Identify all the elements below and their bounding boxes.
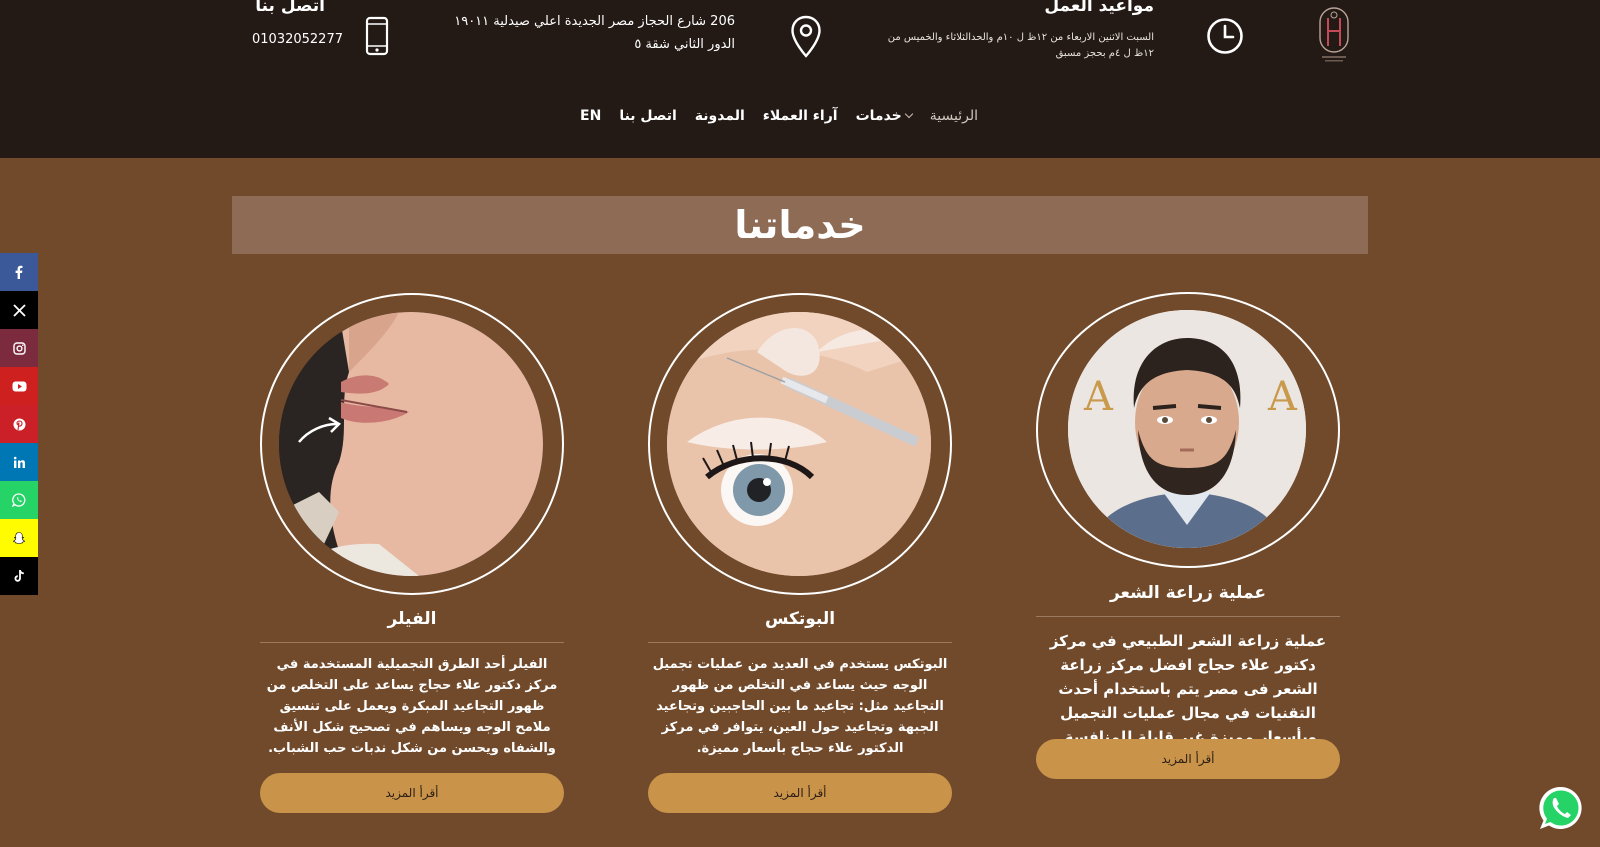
contact-phone-number[interactable]: 01032052277 (252, 32, 372, 47)
nav-item-testimonials[interactable]: آراء العملاء (763, 108, 838, 124)
nav-contact-label: اتصل بنا (619, 108, 677, 124)
address-line-2: الدور الثاني شقة ٥ (634, 37, 735, 52)
working-hours-text: السبت الاثنين الاربعاء من ١٢ظ ل ١٠م والح… (834, 30, 1154, 62)
location-pin-icon (791, 15, 821, 58)
lip-filler-image (279, 312, 543, 576)
filler-photo (279, 312, 543, 576)
nav-services-label: خدمات (855, 108, 902, 124)
botox-injection-image (667, 312, 931, 576)
nav-item-contact[interactable]: اتصل بنا (619, 108, 676, 124)
pinterest-share-button[interactable] (0, 405, 38, 443)
chevron-down-icon (904, 109, 914, 119)
service-divider (1036, 616, 1340, 617)
service-card-hair-transplant: A A عملية زراعة الشعر عملية زراعة الشعر … (1036, 290, 1340, 790)
nav-language-label: EN (580, 108, 602, 124)
service-description: الفيلر أحد الطرق التجميلية المستخدمة في … (266, 657, 558, 756)
service-divider (648, 642, 952, 643)
nav-item-language-en[interactable]: EN (580, 108, 601, 124)
nav-item-home[interactable]: الرئيسية (930, 108, 978, 124)
social-share-bar (0, 253, 38, 595)
linkedin-icon (13, 456, 25, 468)
x-share-button[interactable] (0, 291, 38, 329)
service-card-botox: البوتكس البوتكس يستخدم في العديد من عملي… (648, 290, 952, 820)
svg-text:A: A (1083, 374, 1114, 420)
service-title: عملية زراعة الشعر (1109, 583, 1267, 603)
working-hours-line-2: ١٢ظ ل ٤م بحجز مسبق (1055, 48, 1154, 59)
youtube-icon (12, 381, 26, 391)
service-description: البوتكس يستخدم في العديد من عمليات تجميل… (652, 657, 948, 756)
main-nav: الرئيسية خدمات آراء العملاء المدونة اتصل… (580, 104, 978, 128)
facebook-icon (15, 265, 23, 279)
nav-testimonials-label: آراء العملاء (762, 108, 838, 124)
pinterest-icon (13, 418, 25, 430)
service-title: الفيلر (387, 609, 437, 629)
working-hours-title: مواعيد العمل (1044, 0, 1154, 16)
nav-home-label: الرئيسية (929, 108, 978, 124)
botox-photo (667, 312, 931, 576)
whatsapp-float-icon[interactable] (1537, 784, 1585, 832)
services-section-header: خدماتنا (232, 196, 1368, 254)
snapchat-icon (12, 532, 26, 544)
address-text: 206 شارع الحجاز مصر الجديدة اعلي صيدلية … (435, 10, 735, 56)
linkedin-share-button[interactable] (0, 443, 38, 481)
tiktok-icon (14, 570, 24, 582)
clinic-logo-icon[interactable] (1316, 4, 1352, 66)
snapchat-share-button[interactable] (0, 519, 38, 557)
doctor-portrait-image: A A (1068, 310, 1306, 548)
instagram-icon (12, 341, 26, 355)
read-more-button[interactable]: أقرأ المزيد (1036, 739, 1340, 779)
whatsapp-share-button[interactable] (0, 481, 38, 519)
svg-text:A: A (1267, 374, 1298, 420)
section-title: خدماتنا (734, 203, 866, 247)
service-divider (260, 642, 564, 643)
tiktok-share-button[interactable] (0, 557, 38, 595)
service-card-filler: الفيلر الفيلر أحد الطرق التجميلية المستخ… (260, 290, 564, 820)
read-more-button[interactable]: أقرأ المزيد (260, 773, 564, 813)
address-line-1: 206 شارع الحجاز مصر الجديدة اعلي صيدلية … (454, 14, 735, 29)
site-header: مواعيد العمل السبت الاثنين الاربعاء من ١… (0, 0, 1600, 158)
clock-icon (1207, 18, 1243, 54)
nav-item-services[interactable]: خدمات (855, 108, 914, 124)
youtube-share-button[interactable] (0, 367, 38, 405)
x-twitter-icon (12, 303, 26, 317)
working-hours-line-1: السبت الاثنين الاربعاء من ١٢ظ ل ١٠م والح… (887, 32, 1154, 43)
hair-transplant-photo: A A (1068, 310, 1306, 548)
service-title: البوتكس (764, 609, 836, 629)
nav-item-blog[interactable]: المدونة (695, 108, 745, 124)
contact-title: اتصل بنا (255, 0, 325, 16)
facebook-share-button[interactable] (0, 253, 38, 291)
read-more-button[interactable]: أقرأ المزيد (648, 773, 952, 813)
instagram-share-button[interactable] (0, 329, 38, 367)
nav-blog-label: المدونة (694, 108, 745, 124)
service-description: عملية زراعة الشعر الطبيعي في مركز دكتور … (1049, 632, 1327, 746)
whatsapp-icon (12, 493, 26, 507)
